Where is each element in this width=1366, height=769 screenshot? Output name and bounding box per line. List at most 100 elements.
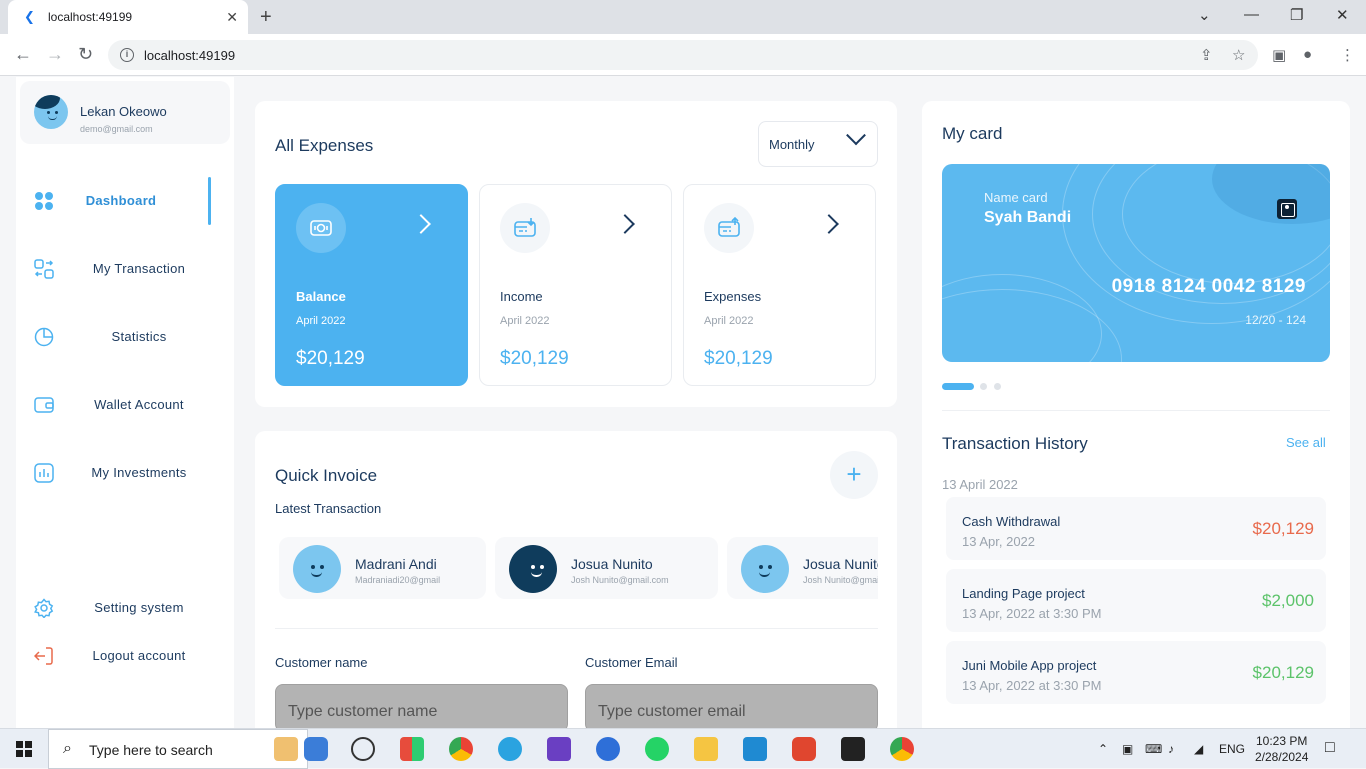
chevron-right-icon <box>411 214 431 234</box>
telegram-icon[interactable] <box>498 737 522 761</box>
terminal-icon[interactable] <box>841 737 865 761</box>
income-card[interactable]: Income April 2022 $20,129 <box>479 184 672 386</box>
share-icon[interactable]: ⇪ <box>1200 46 1213 64</box>
close-window-button[interactable]: ✕ <box>1336 6 1349 24</box>
transaction-date: 13 Apr, 2022 at 3:30 PM <box>962 606 1102 621</box>
obs-icon[interactable] <box>351 737 375 761</box>
contact-item[interactable]: Josua Nunito Josh Nunito@gmail.com <box>495 537 718 599</box>
transaction-title: Landing Page project <box>962 586 1085 601</box>
reload-icon[interactable]: ↻ <box>78 44 93 65</box>
meet-now-icon[interactable]: ▣ <box>1122 742 1133 756</box>
transaction-item[interactable]: Landing Page project 13 Apr, 2022 at 3:3… <box>946 569 1326 632</box>
tab-search-icon[interactable]: ⌄ <box>1198 6 1211 24</box>
transaction-item[interactable]: Juni Mobile App project 13 Apr, 2022 at … <box>946 641 1326 704</box>
windows-start-icon[interactable] <box>16 741 32 757</box>
vscode-icon[interactable] <box>743 737 767 761</box>
file-explorer-icon[interactable] <box>694 737 718 761</box>
menu-kebab-icon[interactable]: ⋮ <box>1340 46 1355 64</box>
video-editor-icon[interactable] <box>547 737 571 761</box>
clock-date: 2/28/2024 <box>1255 750 1309 764</box>
whatsapp-icon[interactable] <box>645 737 669 761</box>
widget-icon[interactable] <box>274 737 298 761</box>
see-all-link[interactable]: See all <box>1286 435 1326 450</box>
add-invoice-button[interactable]: + <box>830 451 878 499</box>
divider <box>275 628 878 629</box>
profile-email: demo@gmail.com <box>80 124 153 134</box>
sidebar-item-dashboard[interactable]: Dashboard <box>16 179 234 223</box>
contact-item[interactable]: Madrani Andi Madraniadi20@gmail <box>279 537 486 599</box>
avatar <box>509 545 557 593</box>
network-icon[interactable]: ◢ <box>1194 742 1203 756</box>
restore-button[interactable]: ❐ <box>1290 6 1303 24</box>
chevron-right-icon <box>615 214 635 234</box>
back-icon[interactable]: ← <box>14 44 32 65</box>
sidebar-item-label: Logout account <box>92 648 186 663</box>
sidebar-item-transaction[interactable]: My Transaction <box>16 247 234 291</box>
balance-card[interactable]: Balance April 2022 $20,129 <box>275 184 468 386</box>
profile-name: Lekan Okeowo <box>80 104 167 119</box>
browser-tab[interactable]: ❮ localhost:49199 ✕ <box>8 0 248 34</box>
bookmark-star-icon[interactable]: ☆ <box>1232 46 1245 64</box>
dashboard-icon <box>35 192 53 210</box>
wallet-icon <box>34 397 54 413</box>
panel-title: All Expenses <box>275 136 374 155</box>
chrome-icon[interactable] <box>449 737 473 761</box>
transaction-amount: $2,000 <box>1262 591 1314 610</box>
chevron-down-icon <box>846 125 866 146</box>
taskbar-search[interactable]: ⌕ Type here to search <box>48 729 308 769</box>
credit-card[interactable]: Name card Syah Bandi 0918 8124 0042 8129… <box>942 164 1330 362</box>
card-value: $20,129 <box>704 348 773 369</box>
address-bar: ← → ↻ i localhost:49199 ⇪ ☆ ▣ ● ⋮ <box>0 34 1366 76</box>
sidebar-item-settings[interactable]: Setting system <box>16 586 234 630</box>
card-title: Expenses <box>704 289 762 304</box>
input-method-icon[interactable]: ⌨ <box>1145 742 1162 756</box>
sidebar-item-investments[interactable]: My Investments <box>16 451 234 495</box>
history-date: 13 April 2022 <box>942 477 1018 492</box>
customer-name-input[interactable]: Type customer name <box>275 684 568 732</box>
close-tab-icon[interactable]: ✕ <box>226 9 238 26</box>
new-tab-button[interactable]: + <box>260 6 272 29</box>
app-store-icon[interactable] <box>596 737 620 761</box>
quick-invoice-panel: Quick Invoice + Latest Transaction Madra… <box>255 431 897 751</box>
chrome-active-icon[interactable] <box>890 737 914 761</box>
minimize-button[interactable]: — <box>1244 6 1259 23</box>
contact-name: Madrani Andi <box>355 556 437 572</box>
clock[interactable]: 10:23 PM 2/28/2024 <box>1255 733 1308 765</box>
period-select[interactable]: Monthly <box>758 121 878 167</box>
water-app-icon[interactable] <box>304 737 328 761</box>
site-info-icon[interactable]: i <box>120 48 134 62</box>
forward-icon[interactable]: → <box>46 44 64 65</box>
app-root: Lekan Okeowo demo@gmail.com Dashboard My… <box>0 77 1366 751</box>
tab-title: localhost:49199 <box>48 10 133 24</box>
side-panel-icon[interactable]: ▣ <box>1272 46 1286 64</box>
speaker-icon[interactable]: ♪ <box>1168 742 1174 756</box>
language-indicator[interactable]: ENG <box>1219 742 1245 756</box>
pie-chart-icon <box>34 327 54 347</box>
contacts-list: Madrani Andi Madraniadi20@gmail Josua Nu… <box>275 533 878 603</box>
sidebar-item-wallet[interactable]: Wallet Account <box>16 383 234 427</box>
app-grid-icon[interactable] <box>400 737 424 761</box>
url-input[interactable]: i localhost:49199 <box>108 40 1258 70</box>
profile-icon[interactable]: ● <box>1303 46 1312 63</box>
customer-name-label: Customer name <box>275 655 368 670</box>
transaction-amount: $20,129 <box>1252 663 1314 682</box>
carousel-dot[interactable] <box>980 383 987 390</box>
chevron-up-icon[interactable]: ⌃ <box>1098 742 1108 756</box>
carousel-dot-active[interactable] <box>942 383 974 390</box>
expenses-card[interactable]: Expenses April 2022 $20,129 <box>683 184 876 386</box>
contact-item[interactable]: Josua Nunito Josh Nunito@gmail.com <box>727 537 878 599</box>
notification-icon[interactable]: □ <box>1325 739 1335 757</box>
transaction-item[interactable]: Cash Withdrawal 13 Apr, 2022 $20,129 <box>946 497 1326 560</box>
transaction-icon <box>34 259 54 279</box>
customer-email-input[interactable]: Type customer email <box>585 684 878 732</box>
carousel-dot[interactable] <box>994 383 1001 390</box>
divider <box>942 410 1330 411</box>
brave-icon[interactable] <box>792 737 816 761</box>
transaction-title: Juni Mobile App project <box>962 658 1097 673</box>
sidebar-item-statistics[interactable]: Statistics <box>16 315 234 359</box>
card-title: Income <box>500 289 543 304</box>
sidebar-item-logout[interactable]: Logout account <box>16 634 234 678</box>
my-card-title: My card <box>942 124 1003 143</box>
card-value: $20,129 <box>296 348 365 369</box>
profile-card[interactable]: Lekan Okeowo demo@gmail.com <box>20 81 230 144</box>
